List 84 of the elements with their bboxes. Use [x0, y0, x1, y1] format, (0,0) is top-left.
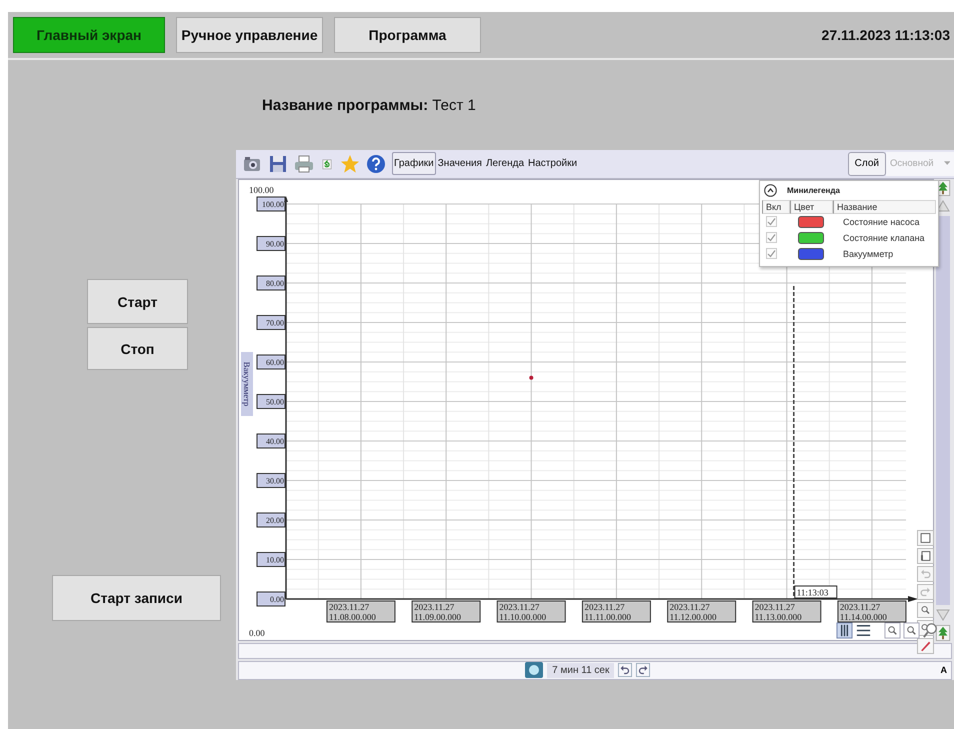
series-name: Состояние насоса: [842, 216, 920, 229]
column-header[interactable]: Цвет: [790, 200, 833, 214]
stop-button[interactable]: Стоп: [87, 327, 188, 370]
x-tick-label: 2023.11.27 11.08.00.000: [326, 600, 396, 622]
column-header[interactable]: Вкл: [762, 200, 790, 214]
cursor-line[interactable]: [793, 286, 795, 599]
vertical-lines-icon[interactable]: [836, 622, 853, 639]
layer-button[interactable]: Слой: [848, 152, 886, 176]
y-tick-label: 70.00: [256, 314, 286, 330]
chart-tab[interactable]: Значения: [436, 152, 484, 176]
y-tick-label: 90.00: [256, 236, 286, 251]
star-icon[interactable]: [340, 154, 360, 174]
save-icon[interactable]: [268, 154, 288, 174]
series-name: Вакуумметр: [842, 248, 894, 261]
program-name: Название программы: Тест 1: [262, 96, 476, 114]
column-header[interactable]: Название: [833, 200, 936, 214]
search-icon[interactable]: [922, 622, 939, 639]
y-axis-title: Вакуумметр: [242, 361, 252, 406]
x-tick-label: 2023.11.27 11.11.00.000: [584, 602, 632, 622]
y-tick-label: 20.00: [256, 512, 286, 528]
y-tick-label: 90.00: [266, 239, 284, 248]
x-tick-label: 2023.11.27 11.12.00.000: [667, 600, 736, 622]
start-button[interactable]: Старт: [87, 279, 188, 324]
y-tick-label: 30.00: [266, 476, 284, 486]
y-tick-label: 50.00: [266, 397, 284, 406]
y-tick-label: 80.00: [256, 275, 286, 290]
x-tick-label: 2023.11.27 11.12.00.000: [670, 602, 718, 622]
chart-tab[interactable]: Графики: [392, 152, 436, 176]
collapse-button[interactable]: [764, 184, 777, 197]
help-icon[interactable]: [366, 154, 386, 174]
y-tick-label: 80.00: [266, 278, 284, 288]
minilegend-title: Минилегенда: [787, 186, 840, 195]
y-tick-label: 20.00: [266, 516, 284, 525]
series-name: Состояние клапана: [842, 232, 926, 245]
visibility-checkbox[interactable]: [766, 232, 777, 244]
y-tick-label: 70.00: [266, 318, 284, 328]
y-tick-label: 30.00: [256, 472, 286, 488]
y-tick-label: 0.00: [256, 591, 286, 606]
nav-tab[interactable]: Программа: [334, 17, 481, 53]
print-icon[interactable]: [294, 154, 314, 174]
visibility-checkbox[interactable]: [766, 248, 777, 260]
nav-tab[interactable]: Ручное управление: [176, 17, 323, 53]
x-tick-label: 2023.11.27 11.14.00.000: [837, 600, 906, 622]
chart-tab[interactable]: Настройки: [526, 152, 580, 176]
cursor-time-label: 11:13:03: [794, 585, 838, 598]
status-indicator: A: [940, 665, 948, 676]
x-tick-label: 2023.11.27 11.11.00.000: [582, 600, 651, 622]
pen-icon[interactable]: [917, 638, 934, 654]
y-tick-label: 10.00: [266, 555, 284, 564]
x-tick-label: 2023.11.27 11.13.00.000: [752, 600, 822, 622]
x-tick-label: 2023.11.27 11.10.00.000: [499, 602, 547, 622]
x-tick-label: 2023.11.27 11.08.00.000: [328, 602, 376, 622]
clock-icon[interactable]: [525, 662, 544, 678]
y-axis-title: Вакуумметр: [241, 352, 253, 416]
y-tick-label: 40.00: [266, 436, 284, 446]
undo-icon[interactable]: [618, 663, 632, 678]
x-tick-label: 2023.11.27 11.13.00.000: [754, 602, 802, 622]
redo-icon[interactable]: [636, 663, 650, 678]
y-tick-label: 40.00: [256, 433, 286, 448]
axis-max-value: 100.00: [249, 184, 274, 195]
y-tick-label: 50.00: [256, 394, 286, 409]
y-tick-label: 60.00: [266, 358, 284, 367]
date-time: 27.11.2023 11:13:03: [822, 27, 950, 43]
y-tick-label: 10.00: [256, 552, 286, 567]
zoom-out-icon[interactable]: [903, 622, 920, 639]
chart-tab[interactable]: Легенда: [484, 152, 526, 176]
y-tick-label: 100.00: [262, 200, 284, 209]
y-tick-label: 0.00: [270, 594, 284, 604]
x-tick-label: 2023.11.27 11.10.00.000: [496, 600, 566, 622]
y-tick-label: 60.00: [256, 354, 286, 370]
x-tick-label: 2023.11.27 11.14.00.000: [840, 602, 888, 622]
visibility-checkbox[interactable]: [766, 216, 777, 228]
duration-label: 7 мин 11 сек: [547, 662, 614, 678]
zoom-icon[interactable]: [917, 602, 934, 618]
frame-icon[interactable]: [917, 548, 934, 564]
start-recording-button[interactable]: Старт записи: [52, 575, 221, 621]
x-tick-label: 2023.11.27 11.09.00.000: [412, 600, 481, 622]
nav-tab[interactable]: Главный экран: [13, 17, 165, 53]
frame-icon[interactable]: [917, 530, 934, 546]
x-tick-label: 2023.11.27 11.09.00.000: [414, 602, 462, 622]
axis-min-value: 0.00: [249, 628, 265, 638]
y-tick-label: 100.00: [256, 196, 286, 212]
tree-icon[interactable]: [935, 624, 951, 641]
zoom-in-icon[interactable]: [884, 622, 901, 639]
